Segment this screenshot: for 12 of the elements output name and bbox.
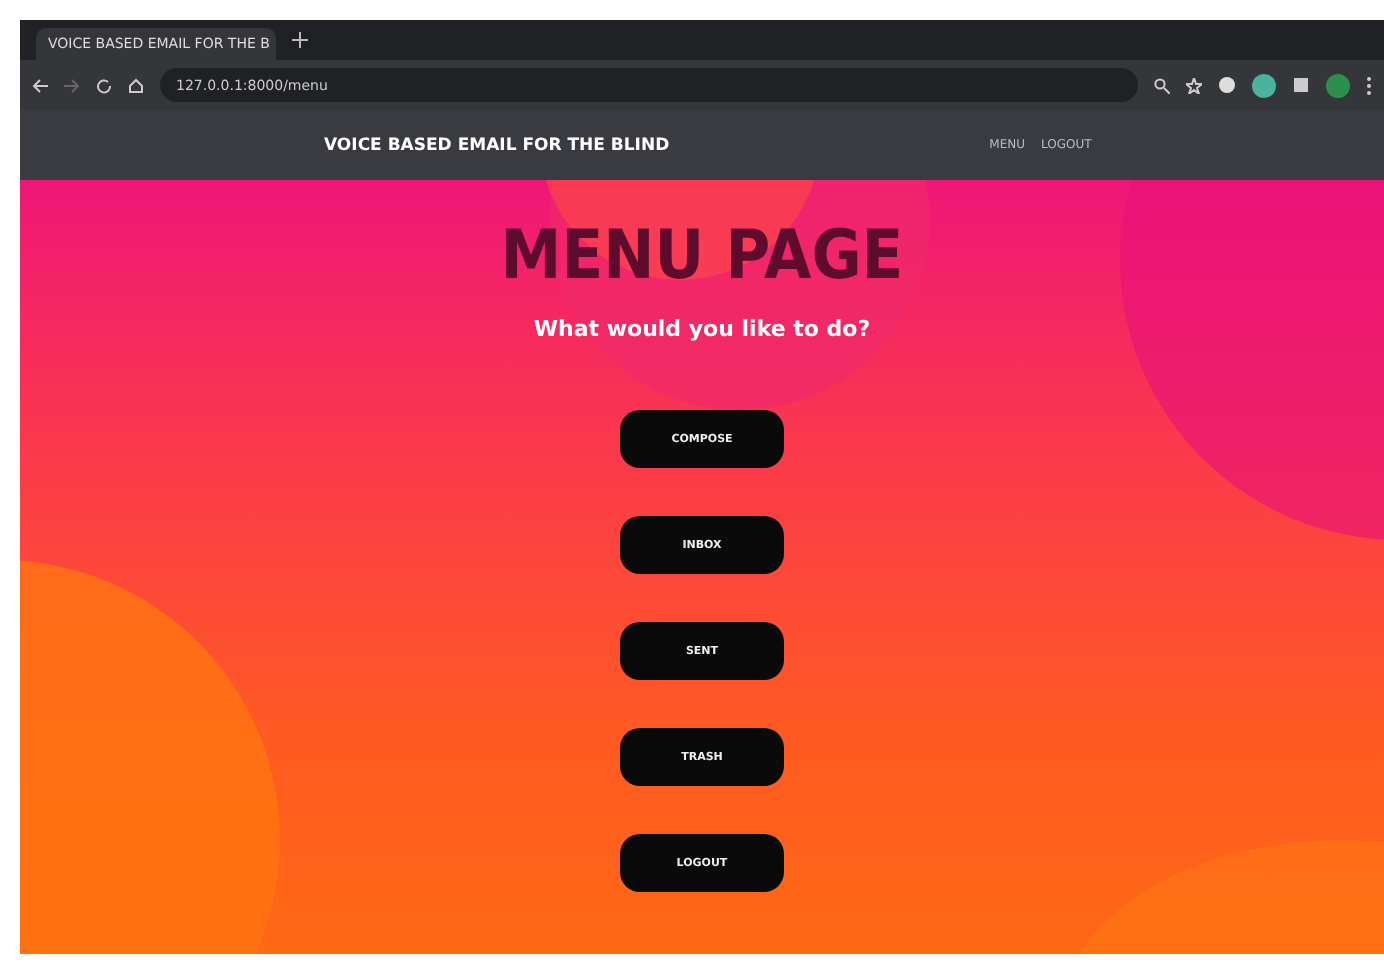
page-title: MENU PAGE [500, 216, 904, 296]
new-tab-icon[interactable] [292, 32, 308, 48]
search-icon[interactable] [1154, 77, 1170, 93]
site-title: VOICE BASED EMAIL FOR THE BLIND [324, 135, 670, 155]
reload-icon[interactable] [96, 77, 112, 93]
profile-icon[interactable] [1326, 73, 1350, 97]
back-icon[interactable] [32, 77, 48, 93]
star-icon[interactable] [1186, 77, 1202, 93]
home-icon[interactable] [128, 77, 144, 93]
avatar-icon[interactable] [1252, 73, 1276, 97]
page-subtitle: What would you like to do? [533, 316, 871, 342]
menu-icon[interactable] [1366, 75, 1372, 95]
